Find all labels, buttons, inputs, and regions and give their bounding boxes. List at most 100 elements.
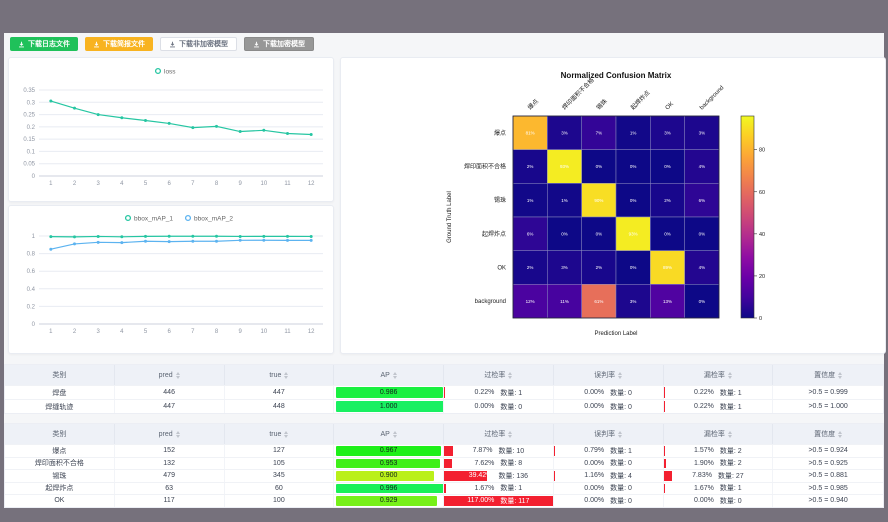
class-cell-value: 锡珠: [52, 471, 66, 481]
class-cell-value: OK: [54, 497, 64, 504]
pred-cell: 63: [115, 483, 225, 495]
class-cell-value: 焊盘: [52, 388, 66, 398]
column-header-miss[interactable]: 漏检率: [664, 424, 774, 444]
download-encrypted-model-button[interactable]: 下载加密模型: [244, 37, 314, 51]
sort-carets-icon[interactable]: [393, 431, 397, 438]
miss-rate-bar: [664, 401, 665, 412]
pred-cell: 152: [115, 445, 225, 457]
mis-count-value: 数量: 0: [610, 496, 632, 506]
class-cell-value: 起焊炸点: [45, 483, 73, 493]
svg-text:0%: 0%: [596, 164, 603, 169]
mis-count-value: 数量: 0: [610, 458, 632, 468]
svg-text:1: 1: [49, 181, 53, 187]
svg-text:爆点: 爆点: [494, 129, 506, 137]
confidence-cell-value: >0.5 = 1.000: [808, 403, 847, 410]
column-header-mis[interactable]: 误判率: [554, 424, 664, 444]
svg-text:0.4: 0.4: [27, 287, 36, 293]
svg-text:0.2: 0.2: [27, 125, 36, 131]
column-header-label: true: [269, 431, 281, 438]
column-header-ap[interactable]: AP: [334, 365, 444, 385]
svg-text:80: 80: [759, 148, 765, 154]
column-header-true[interactable]: true: [225, 365, 335, 385]
mis-rate-cell: 0.79%数量: 1: [554, 445, 664, 457]
sort-carets-icon[interactable]: [508, 431, 512, 438]
svg-text:1%: 1%: [561, 198, 568, 203]
mis-rate-cell: 0.00%数量: 0: [554, 483, 664, 495]
legend[interactable]: loss: [156, 68, 177, 75]
ap-value: 0.929: [380, 497, 398, 504]
true-cell-value: 448: [273, 403, 285, 410]
column-header-miss[interactable]: 漏检率: [664, 365, 774, 385]
mis-rate-value: 0.79%: [584, 447, 604, 454]
column-header-label: 误判率: [594, 429, 615, 439]
download-log-button[interactable]: 下载日志文件: [10, 37, 78, 51]
sort-carets-icon[interactable]: [176, 431, 180, 438]
sort-carets-icon[interactable]: [618, 372, 622, 379]
svg-text:2%: 2%: [527, 164, 534, 169]
true-cell: 105: [225, 458, 335, 470]
column-header-conf[interactable]: 置信度: [773, 424, 883, 444]
column-header-conf[interactable]: 置信度: [773, 365, 883, 385]
column-header-mis[interactable]: 误判率: [554, 365, 664, 385]
sort-carets-icon[interactable]: [393, 372, 397, 379]
legend-marker-loss[interactable]: [156, 69, 161, 74]
svg-text:0.1: 0.1: [27, 149, 36, 155]
sort-carets-icon[interactable]: [284, 431, 288, 438]
column-header-label: 类别: [52, 370, 66, 380]
svg-text:7%: 7%: [596, 131, 603, 136]
legend-marker-bbox_mAP_1[interactable]: [126, 216, 131, 221]
legend-label-bbox_mAP_1[interactable]: bbox_mAP_1: [134, 215, 173, 222]
table-row: 起焊炸点63600.9961.67%数量: 10.00%数量: 01.67%数量…: [5, 482, 883, 495]
true-cell-value: 60: [275, 485, 283, 492]
confidence-cell: >0.5 = 0.985: [773, 483, 883, 495]
table-row: 焊印面积不合格1321050.9537.62%数量: 80.00%数量: 01.…: [5, 457, 883, 470]
true-cell-value: 100: [273, 497, 285, 504]
mis-rate-cell: 0.00%数量: 0: [554, 458, 664, 470]
class-cell: 锡珠: [5, 470, 115, 482]
column-header-label: 置信度: [814, 429, 835, 439]
download-unencrypted-model-button[interactable]: 下载非加密模型: [160, 37, 237, 51]
legend-label-bbox_mAP_2[interactable]: bbox_mAP_2: [194, 215, 233, 222]
true-cell-value: 127: [273, 447, 285, 454]
miss-count-value: 数量: 27: [718, 471, 744, 481]
mis-rate-value: 1.16%: [584, 472, 604, 479]
class-metrics-table: 类别predtrueAP过检率误判率漏检率置信度爆点1521270.9677.8…: [4, 423, 884, 508]
column-header-pred[interactable]: pred: [115, 365, 225, 385]
sort-carets-icon[interactable]: [176, 372, 180, 379]
svg-text:6%: 6%: [527, 232, 534, 237]
svg-text:0.6: 0.6: [27, 269, 36, 275]
column-header-ap[interactable]: AP: [334, 424, 444, 444]
legend-marker-bbox_mAP_2[interactable]: [186, 216, 191, 221]
over-rate-bar: [444, 459, 452, 469]
sort-carets-icon[interactable]: [728, 431, 732, 438]
svg-text:12: 12: [308, 181, 315, 187]
svg-text:2: 2: [73, 329, 77, 335]
column-header-label: AP: [380, 372, 389, 379]
svg-text:background: background: [475, 299, 506, 305]
column-header-label: AP: [380, 431, 389, 438]
loss-line-chart: 00.050.10.150.20.250.30.3512345678910111…: [9, 58, 331, 199]
legend-label-loss[interactable]: loss: [164, 68, 176, 75]
sort-carets-icon[interactable]: [838, 372, 842, 379]
svg-text:4: 4: [120, 181, 124, 187]
sort-carets-icon[interactable]: [508, 372, 512, 379]
column-header-over[interactable]: 过检率: [444, 365, 554, 385]
column-header-true[interactable]: true: [225, 424, 335, 444]
sort-carets-icon[interactable]: [838, 431, 842, 438]
miss-rate-bar: [664, 471, 673, 481]
matrix-xlabel: Prediction Label: [594, 331, 637, 337]
legend[interactable]: bbox_mAP_1 bbox_mAP_2: [126, 215, 234, 222]
download-report-button[interactable]: 下载简报文件: [85, 37, 153, 51]
table-gap: [4, 414, 884, 423]
svg-text:89%: 89%: [663, 265, 672, 270]
svg-text:8: 8: [215, 181, 219, 187]
column-header-pred[interactable]: pred: [115, 424, 225, 444]
svg-text:10: 10: [260, 329, 267, 335]
sort-carets-icon[interactable]: [618, 431, 622, 438]
x-axis-labels: 123456789101112: [49, 181, 315, 187]
true-cell: 60: [225, 483, 335, 495]
sort-carets-icon[interactable]: [728, 372, 732, 379]
column-header-over[interactable]: 过检率: [444, 424, 554, 444]
svg-text:93%: 93%: [629, 232, 638, 237]
sort-carets-icon[interactable]: [284, 372, 288, 379]
